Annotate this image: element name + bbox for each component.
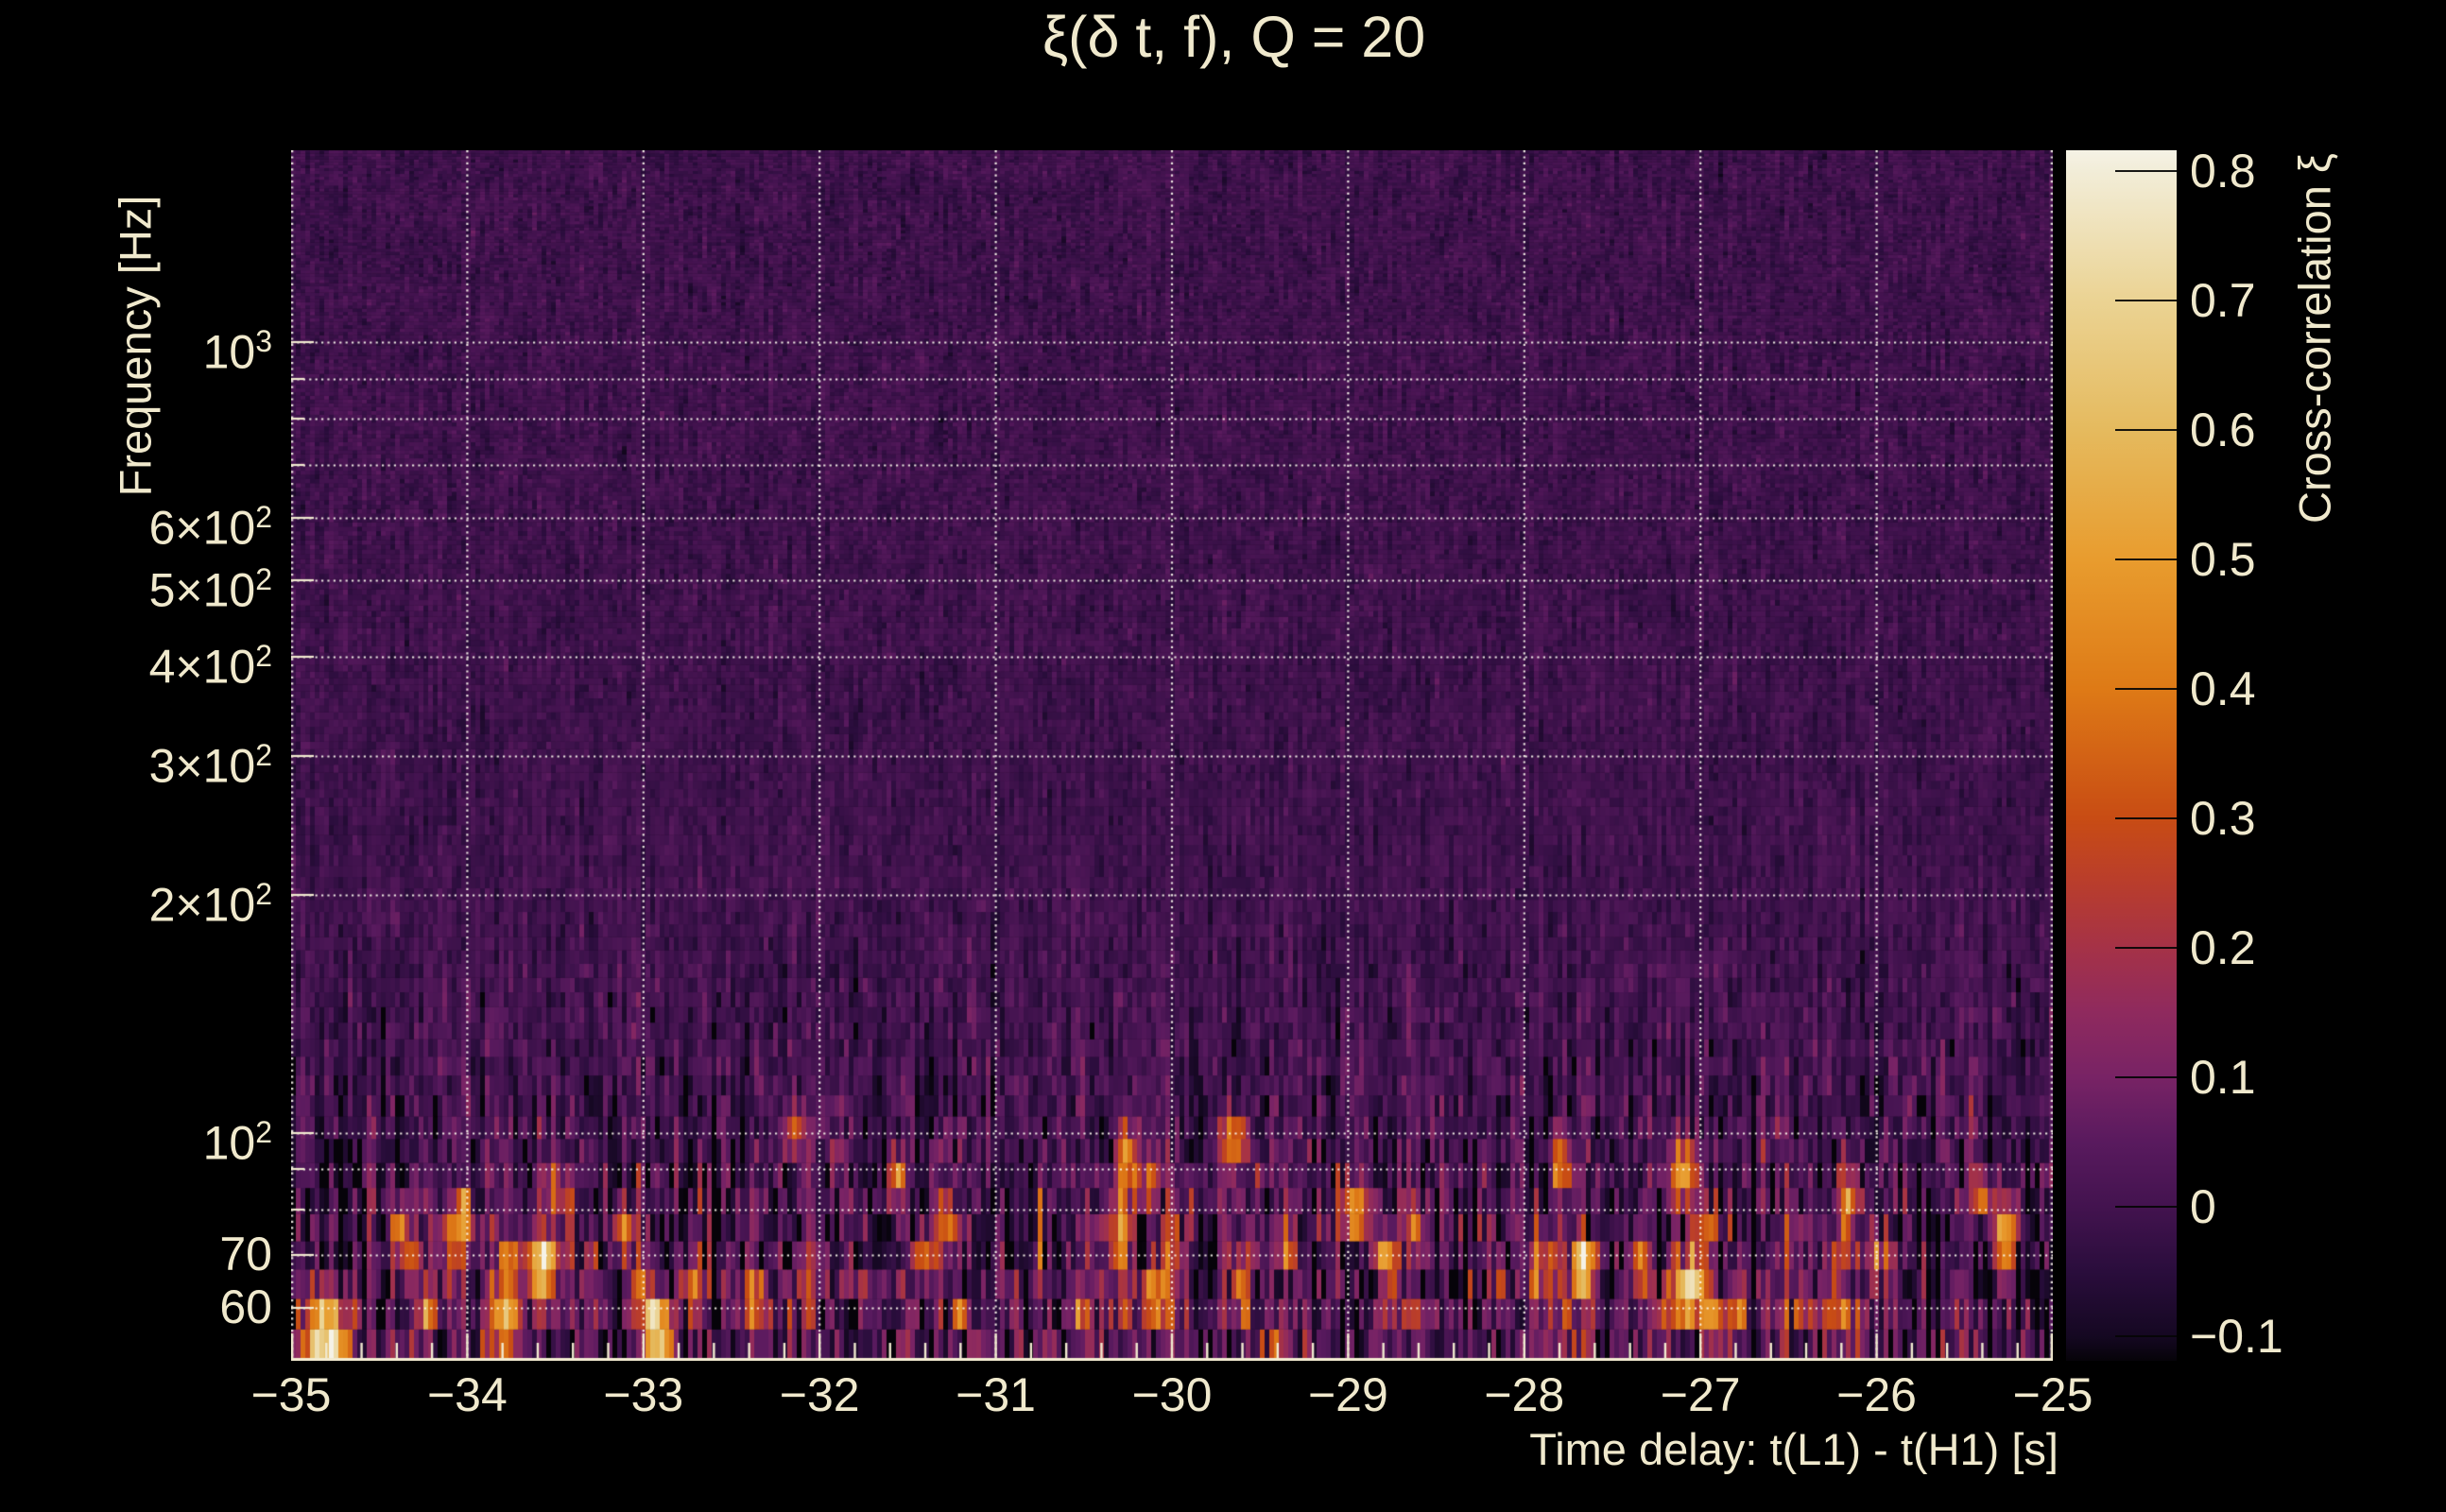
x-axis-title: Time delay: t(L1) - t(H1) [s] [1529, 1424, 2058, 1474]
x-tick-label: −27 [1660, 1368, 1741, 1421]
colorbar-tick-mark [2115, 1205, 2177, 1208]
y-tick-label: 6×102 [148, 499, 272, 555]
y-tick-label: 103 [202, 324, 272, 379]
colorbar-tick-label: 0.4 [2190, 662, 2256, 715]
y-tick-label: 70 [219, 1228, 272, 1281]
x-tick-label: −35 [250, 1368, 332, 1421]
colorbar-gradient [2066, 150, 2177, 1361]
x-tick-label: −33 [603, 1368, 684, 1421]
heatmap-canvas [291, 150, 2053, 1361]
x-tick-label: −26 [1836, 1368, 1917, 1421]
colorbar-tick-mark [2115, 1075, 2177, 1078]
colorbar-tick-label: 0.7 [2190, 273, 2256, 327]
y-tick-label: 2×102 [148, 877, 272, 932]
x-tick-label: −32 [779, 1368, 860, 1421]
x-tick-label: −34 [426, 1368, 508, 1421]
colorbar-tick-mark [2115, 687, 2177, 690]
colorbar-tick-label: 0.1 [2190, 1050, 2256, 1104]
y-tick-label: 3×102 [148, 737, 272, 793]
chart-title: ξ(δ t, f), Q = 20 [1042, 5, 1426, 69]
colorbar-tick-mark [2115, 169, 2177, 172]
colorbar-tick-label: −0.1 [2190, 1309, 2283, 1363]
colorbar-tick-mark [2115, 946, 2177, 949]
colorbar-tick-label: 0.5 [2190, 532, 2256, 586]
figure-canvas-root: ξ(δ t, f), Q = 20 Frequency [Hz] Cross-c… [0, 0, 2446, 1512]
x-tick-label: −31 [956, 1368, 1036, 1421]
colorbar-tick-label: 0.2 [2190, 920, 2256, 974]
x-tick-label: −28 [1484, 1368, 1565, 1421]
y-tick-label: 102 [202, 1114, 272, 1170]
colorbar-tick-mark [2115, 816, 2177, 819]
x-tick-label: −29 [1307, 1368, 1388, 1421]
colorbar-tick-label: 0.8 [2190, 144, 2256, 198]
x-tick-label: −25 [2012, 1368, 2093, 1421]
colorbar-tick-mark [2115, 428, 2177, 431]
x-tick-label: −30 [1131, 1368, 1213, 1421]
colorbar-tick-label: 0.6 [2190, 403, 2256, 456]
y-tick-label: 4×102 [148, 639, 272, 694]
colorbar-tick-label: 0.3 [2190, 791, 2256, 845]
colorbar-tick-mark [2115, 558, 2177, 560]
y-tick-label: 60 [219, 1280, 272, 1334]
colorbar-title: Cross-correlation ξ [2289, 153, 2340, 524]
colorbar-tick-mark [2115, 299, 2177, 301]
y-tick-label: 5×102 [148, 562, 272, 617]
colorbar-tick-mark [2115, 1334, 2177, 1337]
colorbar-tick-label: 0 [2190, 1179, 2216, 1233]
